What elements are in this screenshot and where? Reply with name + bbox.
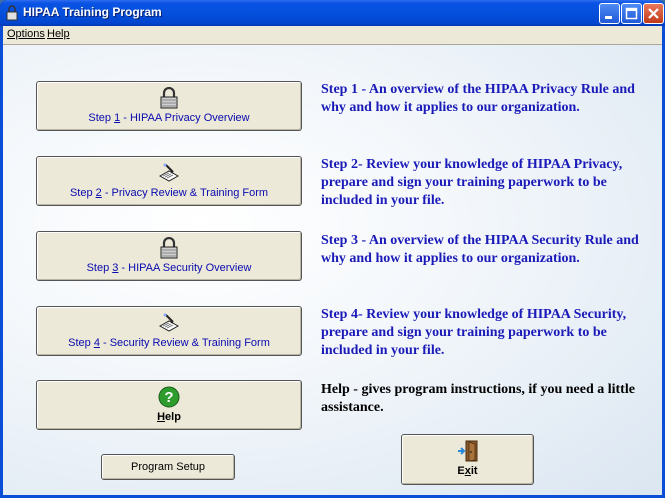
signing-form-icon — [158, 163, 180, 182]
maximize-button[interactable] — [621, 3, 642, 24]
exit-label-rest: it — [470, 465, 478, 477]
program-setup-label: Program Setup — [131, 461, 205, 473]
app-window: HIPAA Training Program Options Help Step — [0, 0, 665, 498]
exit-label: Exit — [402, 465, 533, 477]
step-4-label-pre: Step — [68, 337, 94, 349]
padlock-icon — [160, 87, 178, 109]
help-button[interactable]: ? Help — [36, 380, 302, 430]
step-3-label-post: - HIPAA Security Overview — [118, 262, 252, 274]
app-icon — [6, 5, 18, 21]
title-bar[interactable]: HIPAA Training Program — [0, 0, 665, 26]
step-2-description: Step 2- Review your knowledge of HIPAA P… — [321, 157, 623, 208]
step-2-label-pre: Step — [69, 187, 96, 199]
exit-button[interactable]: Exit — [401, 434, 534, 485]
step-1-label-post: - HIPAA Privacy Overview — [120, 112, 250, 124]
step-4-description: Step 4- Review your knowledge of HIPAA S… — [321, 307, 627, 358]
step-3-label-pre: Step — [86, 262, 113, 274]
maximize-icon — [625, 7, 638, 20]
menu-help-label: Help — [47, 28, 70, 40]
close-button[interactable] — [643, 3, 664, 24]
window-title: HIPAA Training Program — [23, 5, 162, 19]
main-panel: Step 1 - HIPAA Privacy Overview Step 1 -… — [3, 44, 662, 495]
step-2-button[interactable]: Step 2 - Privacy Review & Training Form — [36, 156, 302, 206]
step-3-label: Step 3 - HIPAA Security Overview — [37, 262, 301, 274]
padlock-icon — [160, 237, 178, 259]
step-1-description: Step 1 - An overview of the HIPAA Privac… — [321, 82, 635, 115]
step-3-button[interactable]: Step 3 - HIPAA Security Overview — [36, 231, 302, 281]
step-2-label: Step 2 - Privacy Review & Training Form — [37, 187, 301, 199]
exit-label-first: E — [457, 465, 465, 477]
step-2-label-post: - Privacy Review & Training Form — [101, 187, 269, 199]
step-1-label: Step 1 - HIPAA Privacy Overview — [37, 112, 301, 124]
step-1-button[interactable]: Step 1 - HIPAA Privacy Overview — [36, 81, 302, 131]
step-4-label: Step 4 - Security Review & Training Form — [37, 337, 301, 349]
help-label-rest: elp — [165, 411, 181, 423]
minimize-icon — [605, 16, 612, 19]
menu-help[interactable]: Help — [47, 28, 70, 40]
signing-form-icon — [158, 313, 180, 332]
question-mark-icon: ? — [158, 386, 180, 408]
menu-bar: Options Help — [3, 26, 662, 44]
program-setup-button[interactable]: Program Setup — [101, 454, 235, 480]
svg-text:?: ? — [164, 389, 173, 406]
step-4-button[interactable]: Step 4 - Security Review & Training Form — [36, 306, 302, 356]
step-4-label-post: - Security Review & Training Form — [99, 337, 270, 349]
help-label-first: H — [157, 411, 166, 423]
exit-door-icon — [457, 440, 477, 462]
minimize-button[interactable] — [599, 3, 620, 24]
help-description: Help - gives program instructions, if yo… — [321, 382, 635, 415]
help-label: Help — [37, 411, 301, 423]
close-icon — [648, 8, 659, 19]
menu-options[interactable]: Options — [7, 28, 45, 40]
menu-options-label: Options — [7, 28, 45, 40]
step-1-label-pre: Step — [88, 112, 115, 124]
step-3-description: Step 3 - An overview of the HIPAA Securi… — [321, 233, 639, 266]
